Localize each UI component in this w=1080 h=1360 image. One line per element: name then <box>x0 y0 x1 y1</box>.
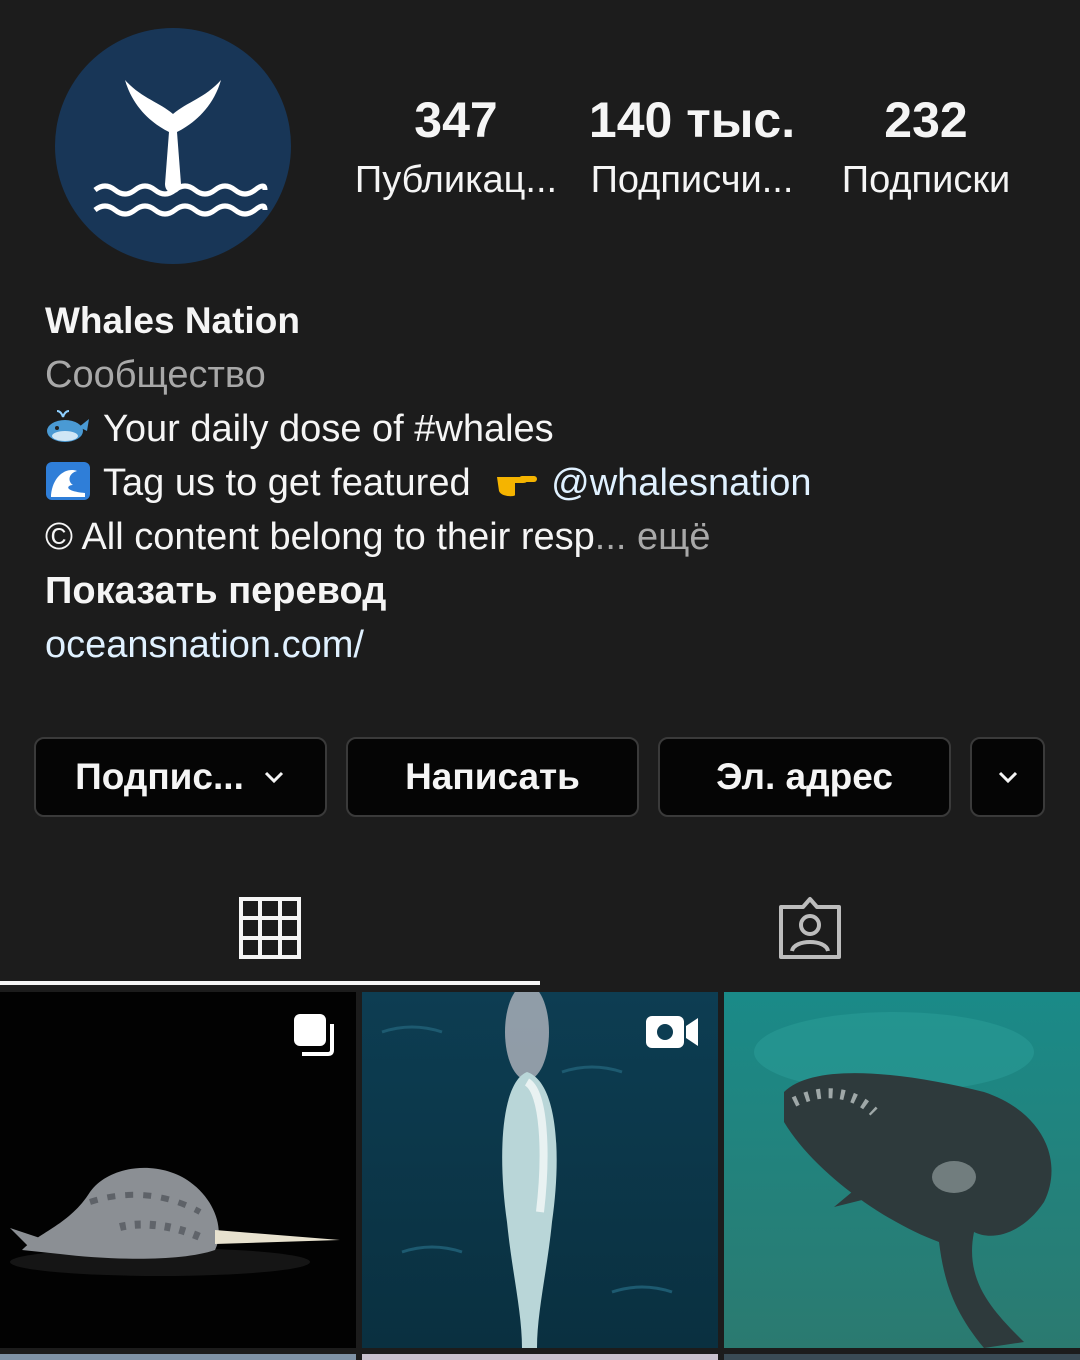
following-button-label: Подпис... <box>75 756 244 797</box>
active-tab-indicator <box>0 981 540 985</box>
followers-count: 140 тыс. <box>588 92 796 148</box>
suggested-accounts-button[interactable] <box>970 737 1045 817</box>
profile-bio: Whales Nation Сообщество Your daily dose… <box>45 294 1045 672</box>
whale-emoji-icon <box>47 410 89 442</box>
bio-line-3-text: © All content belong to their resp <box>45 516 595 558</box>
following-label: Подписки <box>841 159 1011 201</box>
message-button-label: Написать <box>405 756 580 797</box>
grid-icon <box>239 897 301 959</box>
bio-line-2-text: Tag us to get featured <box>103 462 471 504</box>
pointing-hand-emoji-icon <box>497 476 538 497</box>
followers-stat[interactable]: 140 тыс. Подписчи... <box>580 90 804 210</box>
chevron-down-icon <box>998 771 1017 784</box>
right-whale-underwater-image <box>724 992 1080 1348</box>
email-button-label: Эл. адрес <box>716 756 893 797</box>
followers-label: Подписчи... <box>590 159 794 201</box>
profile-avatar[interactable] <box>55 28 291 264</box>
bio-more-link[interactable]: ещё <box>637 516 711 558</box>
show-translation-link[interactable]: Показать перевод <box>45 564 1045 618</box>
whale-tail-logo <box>93 80 268 217</box>
posts-label: Публикац... <box>354 159 558 201</box>
tab-posts-grid[interactable] <box>0 870 540 986</box>
wave-emoji-icon <box>46 462 90 500</box>
grid-post-1[interactable] <box>0 992 356 1348</box>
profile-name: Whales Nation <box>45 300 300 341</box>
tab-tagged[interactable] <box>540 870 1080 986</box>
email-button[interactable]: Эл. адрес <box>658 737 951 817</box>
grid-post-2[interactable] <box>362 992 718 1348</box>
bio-line-3: © All content belong to their resp... ещ… <box>45 510 1045 564</box>
chevron-down-icon <box>264 771 283 784</box>
reel-icon <box>646 1016 698 1048</box>
carousel-icon <box>294 1014 334 1056</box>
profile-category: Сообщество <box>45 354 266 396</box>
carousel-badge <box>292 1012 338 1058</box>
bio-handle-link[interactable]: @whalesnation <box>551 462 811 504</box>
posts-stat[interactable]: 347 Публикац... <box>350 90 562 210</box>
bio-line-1-text: Your daily dose of #whales <box>103 408 554 450</box>
reel-badge <box>644 1012 700 1052</box>
bio-line-2: Tag us to get featured @whalesnation <box>45 456 1045 510</box>
posts-count: 347 <box>414 92 498 148</box>
profile-website-link[interactable]: oceansnation.com/ <box>45 618 1045 672</box>
following-stat[interactable]: 232 Подписки <box>826 90 1026 210</box>
profile-tabs <box>0 870 1080 986</box>
tagged-person-icon <box>779 897 841 959</box>
following-dropdown-button[interactable]: Подпис... <box>34 737 327 817</box>
next-row-peek-1 <box>0 1354 356 1360</box>
next-row-peek-2 <box>362 1354 718 1360</box>
message-button[interactable]: Написать <box>346 737 639 817</box>
bio-ellipsis: ... <box>594 516 627 558</box>
bio-line-1: Your daily dose of #whales <box>45 402 1045 456</box>
grid-post-3[interactable] <box>724 992 1080 1348</box>
next-row-peek-3 <box>724 1354 1080 1360</box>
following-count: 232 <box>884 92 968 148</box>
